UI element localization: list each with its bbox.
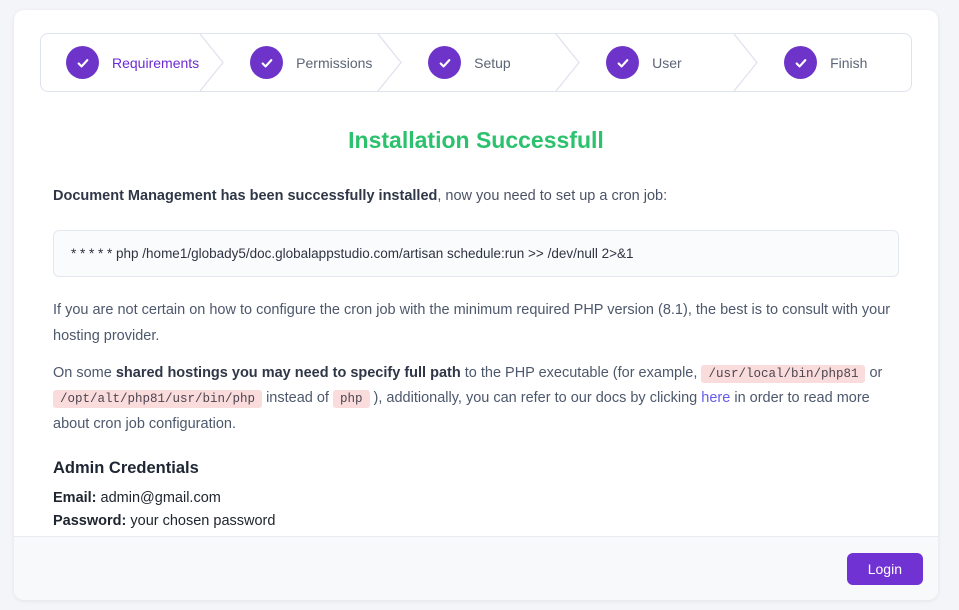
php-path-note: On some shared hostings you may need to … bbox=[53, 361, 899, 437]
check-icon bbox=[606, 46, 639, 79]
installer-card: Requirements Permissions Setup User bbox=[14, 10, 938, 600]
stepper-step-label: User bbox=[652, 55, 682, 71]
inline-code-php: php bbox=[333, 390, 370, 408]
path-note-lead: On some bbox=[53, 365, 116, 381]
stepper-step-label: Setup bbox=[474, 55, 511, 71]
php-version-note: If you are not certain on how to configu… bbox=[53, 298, 899, 349]
card-footer: Login bbox=[14, 536, 938, 600]
login-button[interactable]: Login bbox=[847, 553, 923, 585]
stepper-step-permissions[interactable]: Permissions bbox=[225, 34, 377, 91]
password-label: Password: bbox=[53, 513, 126, 529]
page-title: Installation Successfull bbox=[14, 127, 938, 154]
chevron-right-icon bbox=[733, 34, 759, 91]
check-icon bbox=[66, 46, 99, 79]
stepper-step-label: Permissions bbox=[296, 55, 372, 71]
email-value: admin@gmail.com bbox=[101, 490, 221, 506]
stepper-step-finish[interactable]: Finish bbox=[759, 34, 911, 91]
admin-credentials-heading: Admin Credentials bbox=[53, 459, 899, 478]
cron-command-text: * * * * * php /home1/globady5/doc.global… bbox=[71, 246, 634, 261]
path-note-bold: shared hostings you may need to specify … bbox=[116, 365, 461, 381]
inline-code-php81-path: /usr/local/bin/php81 bbox=[701, 365, 865, 383]
inline-code-alt-php-path: /opt/alt/php81/usr/bin/php bbox=[53, 390, 262, 408]
stepper-step-setup[interactable]: Setup bbox=[403, 34, 555, 91]
email-label: Email: bbox=[53, 490, 97, 506]
stepper-step-user[interactable]: User bbox=[581, 34, 733, 91]
email-credential: Email: admin@gmail.com bbox=[53, 488, 899, 509]
password-credential: Password: your chosen password bbox=[53, 511, 899, 532]
intro-bold: Document Management has been successfull… bbox=[53, 188, 437, 204]
cron-command-box: * * * * * php /home1/globady5/doc.global… bbox=[53, 230, 899, 277]
docs-here-link[interactable]: here bbox=[701, 390, 730, 406]
path-note-instead: instead of bbox=[262, 390, 333, 406]
check-icon bbox=[784, 46, 817, 79]
chevron-right-icon bbox=[377, 34, 403, 91]
password-value: your chosen password bbox=[130, 513, 275, 529]
path-note-or: or bbox=[865, 365, 882, 381]
path-note-after: ), additionally, you can refer to our do… bbox=[370, 390, 702, 406]
check-icon bbox=[250, 46, 283, 79]
intro-text: Document Management has been successfull… bbox=[53, 186, 899, 206]
stepper-step-label: Requirements bbox=[112, 55, 199, 71]
path-note-mid: to the PHP executable (for example, bbox=[461, 365, 702, 381]
chevron-right-icon bbox=[199, 34, 225, 91]
stepper-step-requirements[interactable]: Requirements bbox=[41, 34, 199, 91]
chevron-right-icon bbox=[555, 34, 581, 91]
stepper-step-label: Finish bbox=[830, 55, 867, 71]
intro-rest: , now you need to set up a cron job: bbox=[437, 188, 667, 204]
check-icon bbox=[428, 46, 461, 79]
wizard-stepper: Requirements Permissions Setup User bbox=[40, 33, 912, 92]
main-content: Document Management has been successfull… bbox=[14, 154, 938, 532]
